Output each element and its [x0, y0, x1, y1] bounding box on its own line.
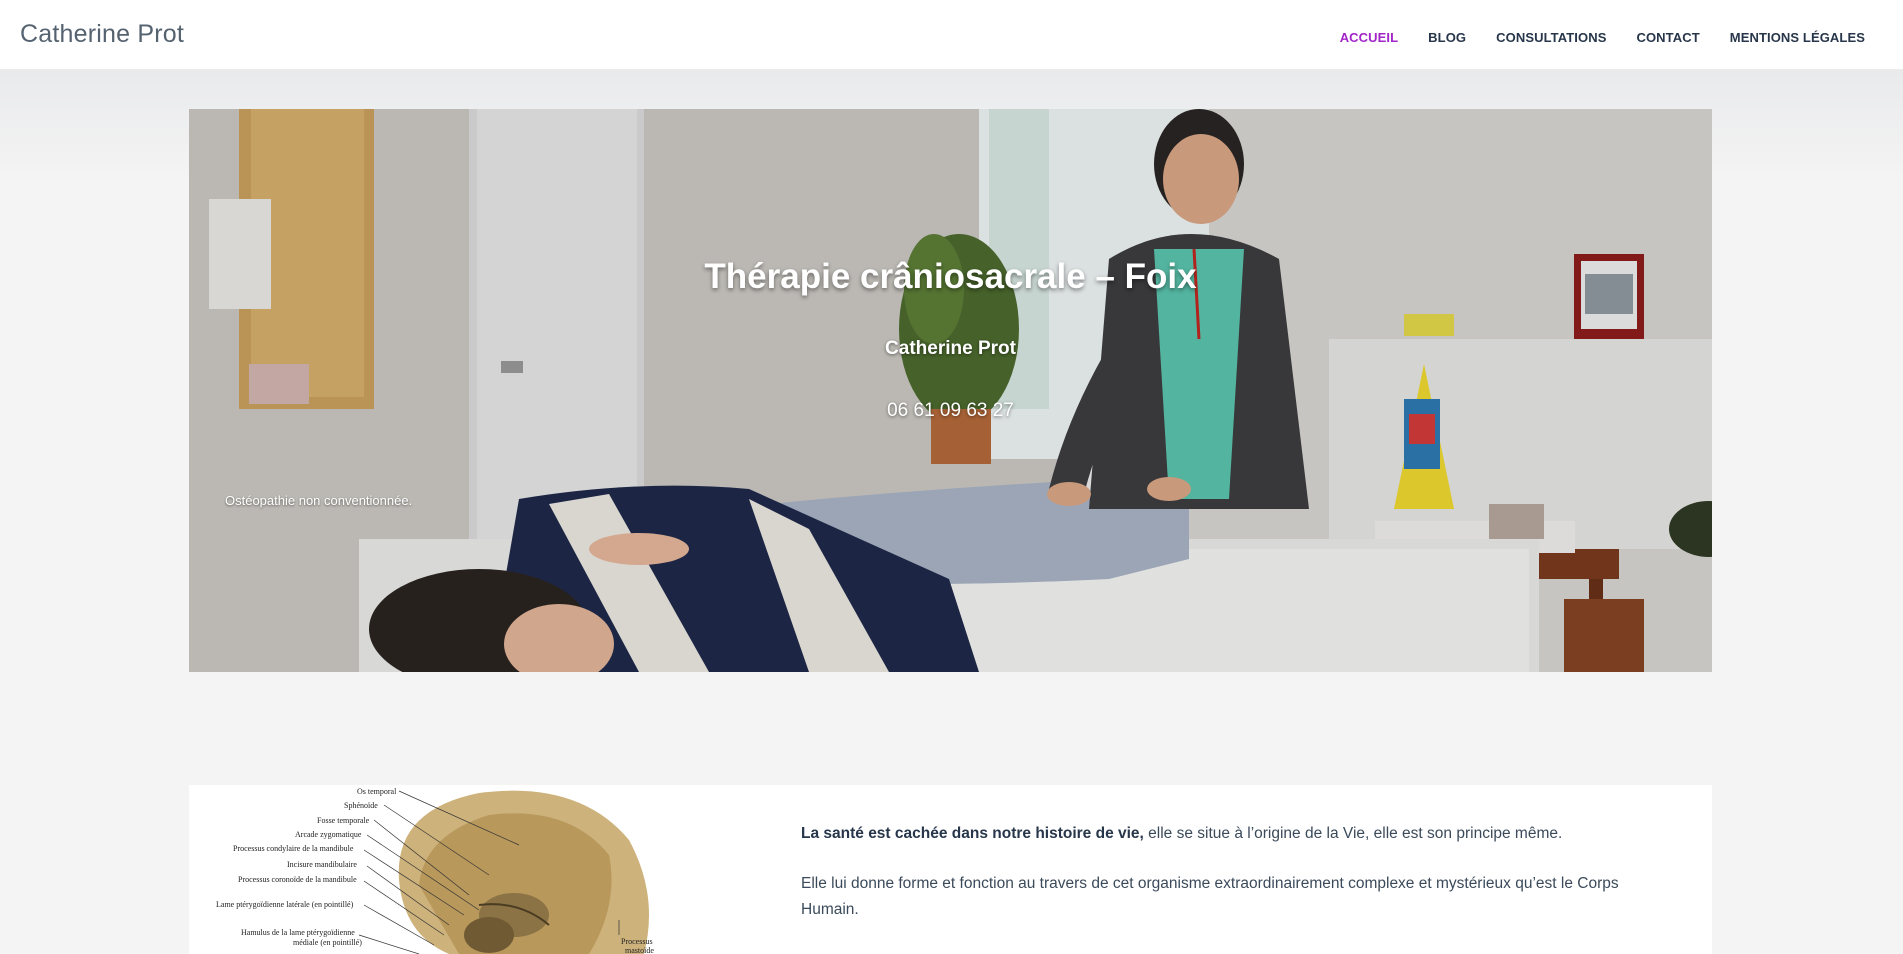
site-header: Catherine Prot ACCUEIL BLOG CONSULTATION… — [0, 0, 1903, 70]
main-nav: ACCUEIL BLOG CONSULTATIONS CONTACT MENTI… — [1310, 30, 1865, 45]
hero-banner: Thérapie crâniosacrale – Foix Catherine … — [189, 109, 1712, 672]
skull-anatomy-illustration: Os temporal Sphénoïde Fosse temporale Ar… — [189, 785, 709, 954]
skull-label: Lame ptérygoïdienne latérale (en pointil… — [216, 900, 354, 909]
nav-item-contact[interactable]: CONTACT — [1636, 30, 1699, 45]
nav-item-consultations[interactable]: CONSULTATIONS — [1496, 30, 1606, 45]
nav-item-accueil[interactable]: ACCUEIL — [1340, 30, 1398, 45]
hero-photo — [189, 109, 1712, 672]
hero-name: Catherine Prot — [885, 338, 1016, 359]
skull-label: Arcade zygomatique — [295, 830, 362, 839]
skull-label: Processus condylaire de la mandibule — [233, 844, 354, 853]
intro-paragraph-1: La santé est cachée dans notre histoire … — [801, 821, 1621, 847]
skull-label: mastoïde — [625, 946, 654, 954]
hero-caption: Ostéopathie non conventionnée. — [225, 493, 413, 508]
hero-title: Thérapie crâniosacrale – Foix — [704, 257, 1197, 296]
site-title[interactable]: Catherine Prot — [20, 20, 184, 49]
intro-paragraph-1-rest: elle se situe à l’origine de la Vie, ell… — [1143, 825, 1563, 842]
intro-bold-lead: La santé est cachée dans notre histoire … — [801, 825, 1144, 842]
intro-section: Os temporal Sphénoïde Fosse temporale Ar… — [189, 785, 1712, 954]
skull-label: Processus coronoïde de la mandibule — [238, 875, 357, 884]
intro-paragraph-2: Elle lui donne forme et fonction au trav… — [801, 875, 1619, 918]
skull-label: Os temporal — [357, 787, 397, 796]
skull-label: Fosse temporale — [317, 816, 370, 825]
nav-item-mentions-legales[interactable]: MENTIONS LÉGALES — [1730, 30, 1865, 45]
nav-item-blog[interactable]: BLOG — [1428, 30, 1466, 45]
skull-label: Incisure mandibulaire — [287, 860, 357, 869]
skull-label: Sphénoïde — [344, 801, 378, 810]
skull-label: médiale (en pointillé) — [293, 938, 362, 947]
intro-text: La santé est cachée dans notre histoire … — [801, 821, 1621, 947]
skull-label: Hamulus de la lame ptérygoïdienne — [241, 928, 355, 937]
hero-phone[interactable]: 06 61 09 63 27 — [189, 400, 1712, 422]
skull-label: Processus — [621, 937, 653, 946]
